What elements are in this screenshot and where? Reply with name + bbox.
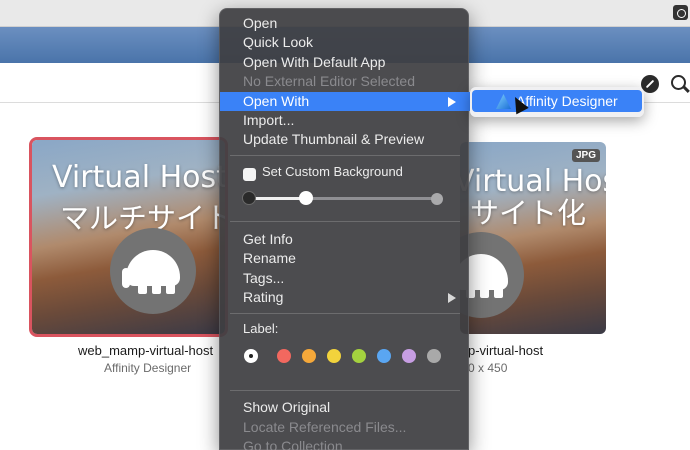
background-slider-thumb[interactable] xyxy=(299,191,313,205)
menu-item-show-original[interactable]: Show Original xyxy=(220,398,470,417)
menu-item-get-info[interactable]: Get Info xyxy=(220,230,470,249)
menu-item-update-thumbnail[interactable]: Update Thumbnail & Preview xyxy=(220,130,470,149)
thumbnail-filename: web_mamp-virtual-host xyxy=(78,343,214,358)
menu-separator xyxy=(230,390,460,391)
open-with-submenu: Affinity Designer xyxy=(470,87,644,117)
label-color-red[interactable] xyxy=(277,349,291,363)
submenu-arrow-icon xyxy=(448,293,456,303)
thumbnail-subtitle: Affinity Designer xyxy=(104,361,192,375)
menu-item-rename[interactable]: Rename xyxy=(220,249,470,268)
menu-separator xyxy=(230,221,460,222)
menu-item-tags[interactable]: Tags... xyxy=(220,269,470,288)
thumbnail-title-line2: サイト化 xyxy=(470,196,587,230)
slider-dark-icon xyxy=(242,191,256,205)
slider-light-icon xyxy=(431,193,443,205)
menu-separator xyxy=(230,155,460,156)
label-color-green[interactable] xyxy=(352,349,366,363)
context-menu: Open Quick Look Open With Default App No… xyxy=(219,8,470,450)
menu-separator xyxy=(230,313,460,314)
label-color-gray[interactable] xyxy=(427,349,441,363)
search-icon[interactable] xyxy=(671,75,686,90)
thumbnail[interactable]: Virtual Hostで サイト化 JPG xyxy=(460,142,606,334)
camera-icon[interactable] xyxy=(673,5,688,20)
thumbnail-subtitle: 0 x 450 xyxy=(468,361,508,375)
menu-item-rating[interactable]: Rating xyxy=(220,288,470,307)
custom-background-label: Set Custom Background xyxy=(262,164,403,179)
custom-background-checkbox[interactable] xyxy=(243,168,256,181)
label-heading: Label: xyxy=(243,321,279,336)
thumbnail-selected[interactable]: Virtual Host マルチサイト xyxy=(29,137,228,337)
menu-item-quick-look[interactable]: Quick Look xyxy=(220,33,470,52)
menu-item-import[interactable]: Import... xyxy=(220,111,470,130)
label-color-none[interactable] xyxy=(244,349,258,363)
menu-item-label: Rating xyxy=(243,289,284,305)
menu-item-open-with[interactable]: Open With xyxy=(220,92,470,111)
label-color-purple[interactable] xyxy=(402,349,416,363)
menu-item-locate-referenced-files: Locate Referenced Files... xyxy=(243,419,407,435)
menu-item-open-with-default-app[interactable]: Open With Default App xyxy=(220,53,470,72)
elephant-icon xyxy=(110,228,196,314)
menu-item-no-external-editor: No External Editor Selected xyxy=(243,73,415,89)
submenu-arrow-icon xyxy=(448,97,456,107)
file-type-badge: JPG xyxy=(571,149,600,162)
submenu-item-label: Affinity Designer xyxy=(516,93,618,109)
label-color-yellow[interactable] xyxy=(327,349,341,363)
submenu-item-affinity-designer[interactable]: Affinity Designer xyxy=(472,90,642,112)
label-color-blue[interactable] xyxy=(377,349,391,363)
menu-item-open[interactable]: Open xyxy=(220,14,470,33)
thumbnail-title-line1: Virtual Host xyxy=(52,160,228,195)
background-slider-fill xyxy=(250,197,306,200)
thumbnail-filename: p-virtual-host xyxy=(468,343,544,358)
label-color-orange[interactable] xyxy=(302,349,316,363)
menu-item-label: Open With xyxy=(243,93,310,109)
menu-item-go-to-collection: Go to Collection xyxy=(243,438,343,450)
